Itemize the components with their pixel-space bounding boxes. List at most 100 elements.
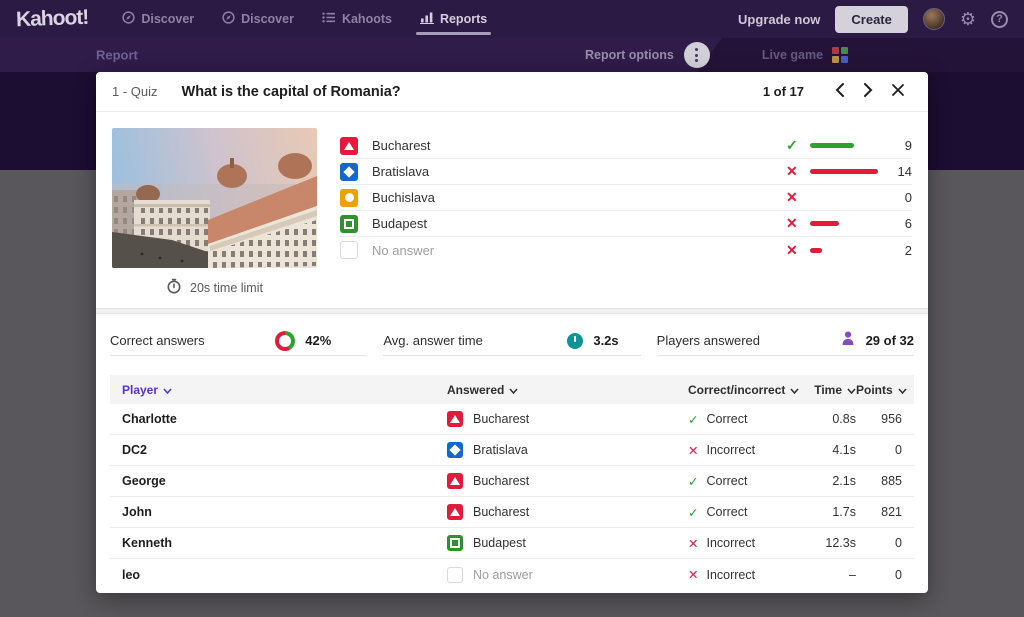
- kahoot-logo[interactable]: Kahoot!: [16, 6, 89, 33]
- modal-header: 1 - Quiz What is the capital of Romania?…: [96, 72, 928, 112]
- report-options-menu-button[interactable]: [683, 42, 710, 68]
- nav-item-discover-2[interactable]: Discover: [222, 0, 294, 38]
- answered-label: Bucharest: [473, 412, 530, 426]
- help-icon[interactable]: ?: [991, 10, 1008, 28]
- user-avatar[interactable]: [922, 8, 945, 30]
- result-icon: ✓: [688, 505, 699, 520]
- stat-players-answered: Players answered 29 of 32: [656, 314, 914, 375]
- result-icon: ✕: [786, 163, 798, 179]
- answer-label: Buchislava: [372, 190, 435, 205]
- answer-shape-icon: [447, 473, 463, 489]
- topbar-right: Upgrade now Create ⚙ ?: [738, 5, 1008, 33]
- nav-item-discover-1[interactable]: Discover: [122, 0, 194, 38]
- player-name: Kenneth: [122, 536, 172, 550]
- column-header-time[interactable]: Time: [810, 383, 856, 397]
- prev-question-button[interactable]: [830, 79, 850, 104]
- nav-label: Reports: [439, 12, 488, 26]
- answer-shape-icon: [447, 442, 463, 458]
- result-icon: ✕: [786, 215, 798, 231]
- result-icon: ✕: [688, 568, 699, 582]
- pagination-label: 1 of 17: [762, 84, 804, 99]
- question-report-modal: 1 - Quiz What is the capital of Romania?…: [96, 72, 928, 593]
- result-label: Incorrect: [706, 536, 756, 550]
- time-cell: 2.1s: [832, 474, 856, 488]
- answer-shape-icon: [447, 411, 463, 427]
- chevron-left-icon: [835, 82, 845, 101]
- answer-shape-none-icon: [340, 241, 358, 259]
- sort-chevron-icon: [509, 383, 518, 397]
- nav-label: Discover: [241, 12, 294, 26]
- report-options-label: Report options: [585, 48, 674, 62]
- answer-shape-diamond-icon: [340, 162, 358, 181]
- answer-count: 14: [897, 164, 912, 179]
- answer-count: 6: [904, 216, 912, 231]
- nav-item-reports[interactable]: Reports: [415, 0, 492, 38]
- settings-gear-icon[interactable]: ⚙: [960, 10, 976, 28]
- stat-value: 29 of 32: [865, 333, 914, 348]
- stat-value: 3.2s: [593, 333, 619, 348]
- stat-label: Players answered: [656, 333, 760, 348]
- column-header-correct-incorrect[interactable]: Correct/incorrect: [688, 383, 810, 397]
- time-cell: 1.7s: [832, 505, 856, 519]
- answer-shape-triangle-icon: [340, 136, 358, 155]
- next-question-button[interactable]: [858, 79, 878, 104]
- answer-count-bar: [810, 143, 854, 148]
- table-row: leo No answer ✕ Incorrect – 0: [110, 559, 914, 590]
- result-icon: ✓: [786, 137, 798, 153]
- close-modal-button[interactable]: [886, 80, 910, 103]
- result-label: Incorrect: [706, 443, 756, 457]
- upgrade-now-link[interactable]: Upgrade now: [738, 12, 820, 27]
- list-icon: [322, 11, 336, 27]
- compass-icon: [122, 11, 135, 27]
- result-label: Correct: [706, 412, 748, 426]
- table-row: Charlotte Bucharest ✓ Correct 0.8s 956: [110, 404, 914, 435]
- sort-chevron-icon: [898, 383, 907, 397]
- result-icon: ✕: [688, 443, 699, 458]
- answered-label: No answer: [473, 567, 533, 582]
- nav-label: Discover: [141, 12, 195, 26]
- column-header-player[interactable]: Player: [122, 383, 447, 397]
- answer-shape-icon: [447, 504, 463, 520]
- answered-label: Budapest: [473, 536, 526, 550]
- answer-label: Bratislava: [372, 164, 430, 179]
- result-icon: ✕: [688, 536, 699, 551]
- answer-count: 2: [904, 242, 912, 258]
- answer-label: Budapest: [372, 216, 427, 231]
- answer-row-budapest: Budapest ✕ 6: [340, 211, 912, 237]
- subheader-actions: Report options Live game: [585, 38, 849, 72]
- create-button[interactable]: Create: [835, 5, 908, 33]
- table-row: George Bucharest ✓ Correct 2.1s 885: [110, 466, 914, 497]
- answer-row-no-answer: No answer ✕ 2: [340, 237, 912, 263]
- answer-row-buchislava: Buchislava ✕ 0: [340, 185, 912, 211]
- time-cell: –: [849, 567, 856, 582]
- points-cell: 821: [881, 505, 902, 519]
- timer-icon: [567, 332, 584, 349]
- close-icon: [891, 83, 905, 100]
- report-subheader: Report Report options Live game: [0, 38, 1024, 72]
- nav-item-kahoots[interactable]: Kahoots: [322, 0, 392, 38]
- question-title: What is the capital of Romania?: [181, 83, 401, 100]
- table-row: DC2 Bratislava ✕ Incorrect 4.1s 0: [110, 435, 914, 466]
- clock-icon: [166, 278, 182, 297]
- bar-chart-icon: [419, 11, 434, 27]
- player-name: Charlotte: [122, 412, 177, 426]
- results-table: Player Answered Correct/incorrect Time P…: [110, 375, 914, 590]
- kahoot-reports-screen: Kahoot! Discover Discover Kahoots Report…: [0, 0, 1024, 617]
- answer-count: 9: [904, 138, 912, 153]
- main-nav: Discover Discover Kahoots Reports: [122, 0, 515, 38]
- column-header-points[interactable]: Points: [856, 383, 907, 397]
- stat-avg-answer-time: Avg. answer time 3.2s: [383, 314, 641, 375]
- stat-label: Correct answers: [110, 333, 205, 348]
- result-label: Correct: [706, 505, 748, 519]
- column-header-answered[interactable]: Answered: [447, 383, 688, 397]
- answered-label: Bratislava: [473, 443, 528, 457]
- player-name: George: [122, 474, 166, 488]
- result-icon: ✓: [688, 412, 699, 427]
- answer-count-bar: [810, 221, 839, 226]
- answer-row-bratislava: Bratislava ✕ 14: [340, 159, 912, 185]
- answer-shape-square-icon: [340, 214, 358, 233]
- points-cell: 956: [881, 412, 902, 426]
- answered-label: Bucharest: [473, 474, 530, 488]
- result-label: Correct: [706, 474, 748, 488]
- stat-label: Avg. answer time: [383, 333, 483, 348]
